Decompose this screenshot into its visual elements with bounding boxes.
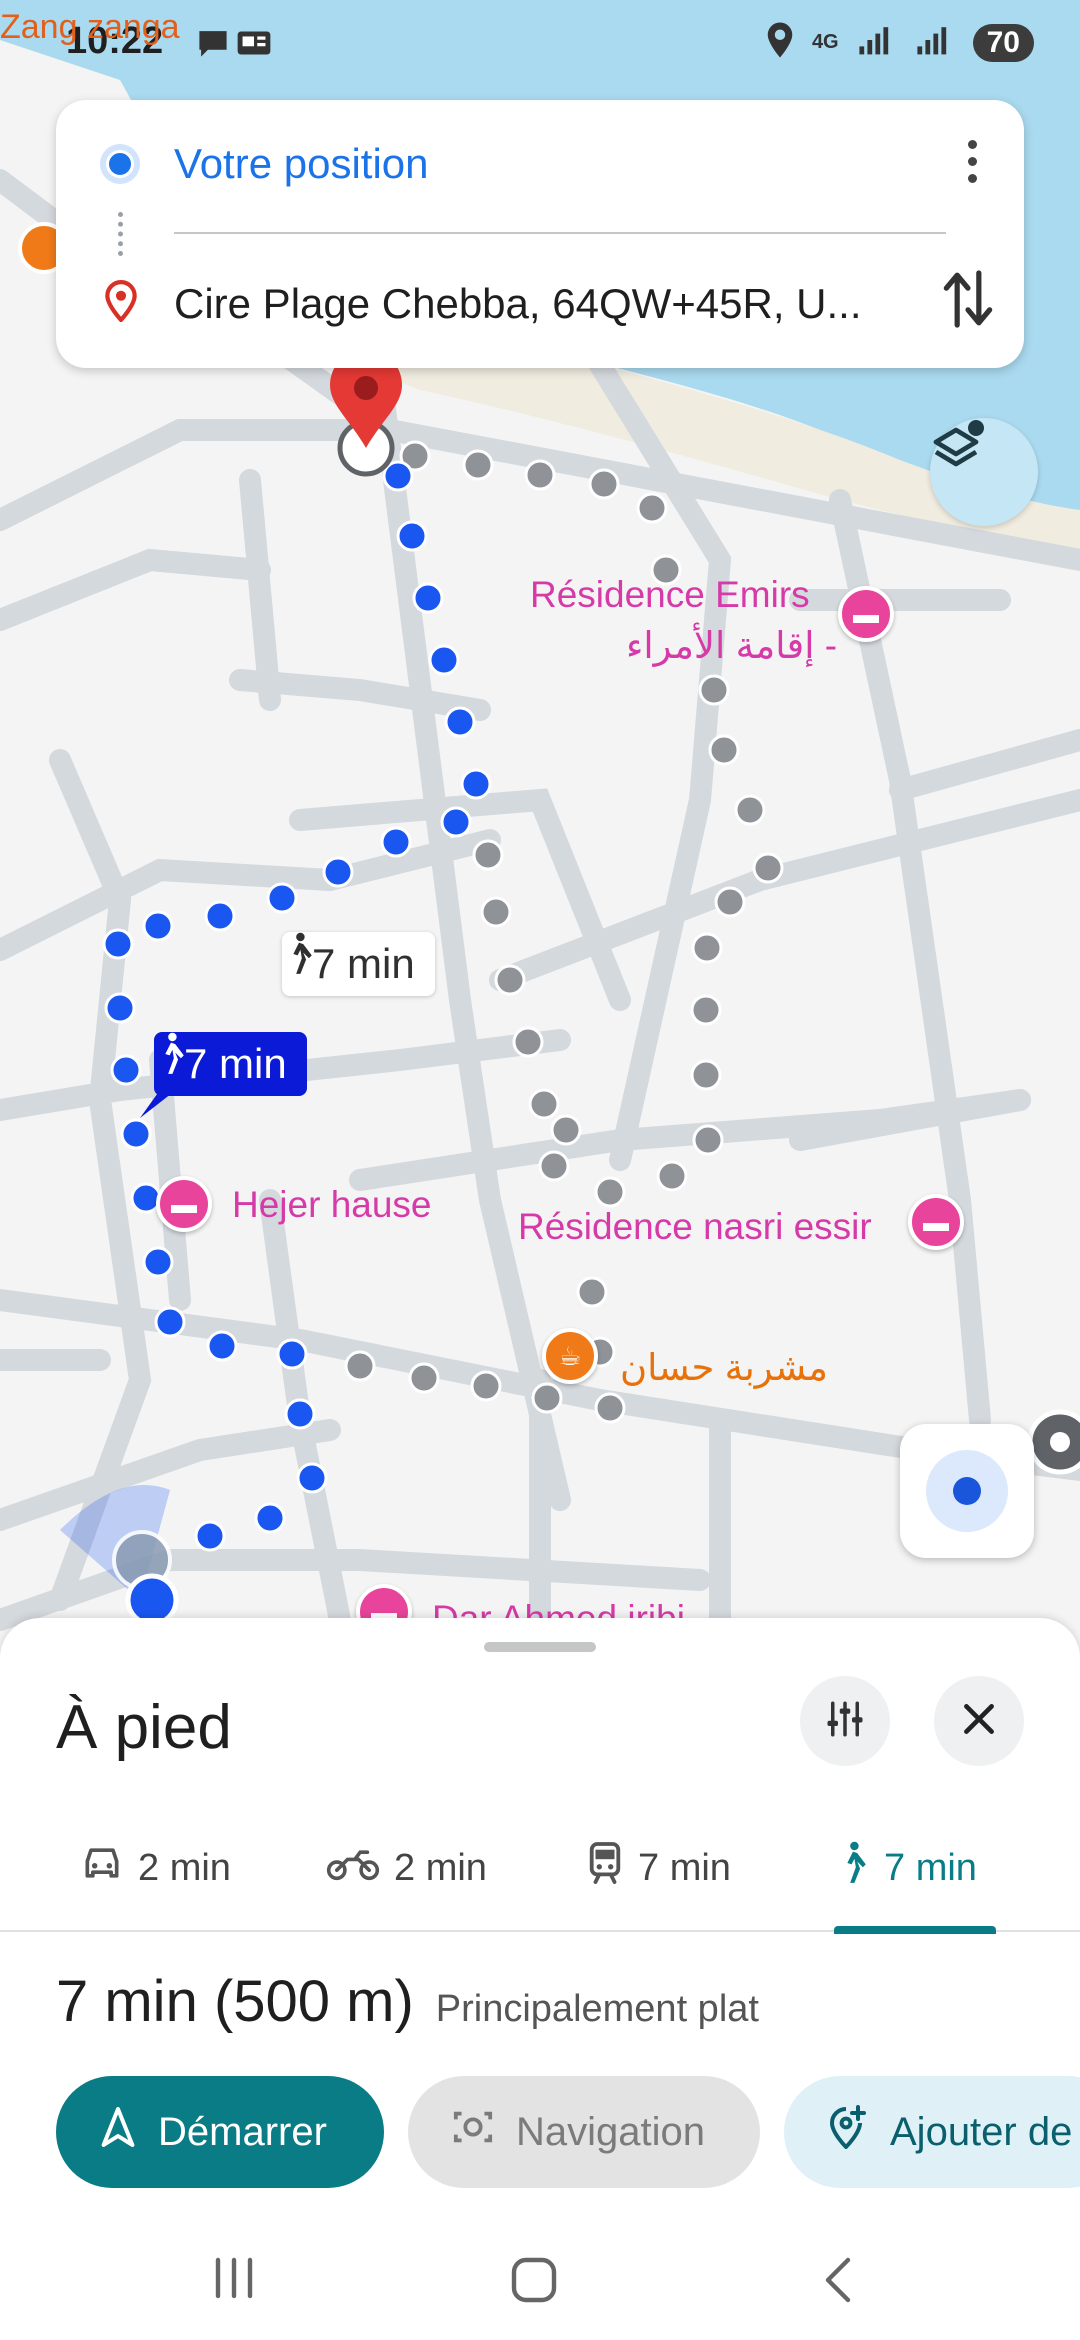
- poi-cafe-hassan[interactable]: مشربة حسان: [620, 1346, 828, 1389]
- hotel-icon[interactable]: ▬: [908, 1194, 964, 1250]
- directions-card: Votre position Cire Plage Chebba, 64QW+4…: [56, 100, 1024, 368]
- signal-icon: [915, 24, 955, 61]
- back-icon[interactable]: [818, 2256, 858, 2309]
- selected-route-duration: 7 min: [184, 1040, 287, 1087]
- alt-route-duration: 7 min: [312, 940, 415, 987]
- travel-mode-tabs: 2 min 2 min 7 min 7 min: [0, 1808, 1080, 1932]
- sheet-title: À pied: [56, 1693, 232, 1762]
- recent-apps-icon[interactable]: [210, 2256, 258, 2305]
- navigation-arrow-icon: [100, 2107, 136, 2157]
- cafe-icon[interactable]: ☕: [542, 1328, 598, 1384]
- transit-icon: [586, 1842, 624, 1894]
- swap-directions-icon[interactable]: [942, 268, 994, 335]
- status-icons: 4G 70: [766, 22, 1034, 63]
- route-summary: 7 min (500 m) Principalement plat: [56, 1968, 759, 2035]
- system-nav-bar: [0, 2216, 1080, 2340]
- active-tab-indicator: [834, 1926, 996, 1934]
- poi-hejer-hause[interactable]: Hejer hause: [232, 1184, 432, 1226]
- sliders-icon: [824, 1698, 866, 1745]
- location-icon: [766, 22, 794, 63]
- status-bar: 10:22 Zang zanga 4G 70: [0, 0, 1080, 84]
- car-icon: [80, 1844, 124, 1892]
- route-duration-distance: 7 min (500 m): [56, 1969, 414, 2034]
- add-stop-button[interactable]: Ajouter de: [784, 2076, 1080, 2188]
- poi-residence-emirs[interactable]: Résidence Emirs: [530, 574, 810, 616]
- driving-duration: 2 min: [138, 1846, 231, 1889]
- alt-route-callout[interactable]: 7 min: [282, 932, 435, 996]
- battery-level: 70: [972, 23, 1034, 62]
- field-divider: [174, 232, 946, 234]
- hotel-icon[interactable]: ▬: [838, 586, 894, 642]
- route-terrain: Principalement plat: [435, 1988, 759, 2030]
- poi-residence-nasri-essir[interactable]: Résidence nasri essir: [518, 1206, 872, 1248]
- origin-dot-icon: [100, 144, 140, 184]
- layers-button[interactable]: [930, 418, 1038, 526]
- watermark-text: Zang zanga: [0, 8, 180, 46]
- navigation-button[interactable]: Navigation: [408, 2076, 760, 2188]
- hotel-icon[interactable]: ▬: [156, 1176, 212, 1232]
- tab-driving[interactable]: 2 min: [80, 1808, 231, 1928]
- location-target-icon: [926, 1450, 1008, 1532]
- navigation-label: Navigation: [516, 2109, 706, 2154]
- news-icon: [236, 26, 272, 65]
- motorcycle-duration: 2 min: [394, 1846, 487, 1889]
- tab-walking[interactable]: 7 min: [836, 1808, 977, 1928]
- transit-duration: 7 min: [638, 1846, 731, 1889]
- route-options-button[interactable]: [800, 1676, 890, 1766]
- more-options-icon[interactable]: [962, 140, 982, 183]
- action-buttons: Démarrer Navigation Ajouter de: [56, 2076, 1080, 2188]
- sheet-drag-handle[interactable]: [484, 1642, 596, 1652]
- tab-transit[interactable]: 7 min: [586, 1808, 731, 1928]
- motorcycle-icon: [326, 1844, 380, 1892]
- camera-nav-icon: [452, 2107, 494, 2157]
- poi-residence-emirs-arabic[interactable]: إقامة الأمراء -: [626, 624, 837, 667]
- signal-icon: [857, 24, 897, 61]
- message-icon: [196, 26, 230, 65]
- start-label: Démarrer: [158, 2109, 327, 2154]
- add-location-icon: [828, 2105, 868, 2159]
- network-type: 4G: [811, 31, 839, 53]
- my-location-button[interactable]: [900, 1424, 1034, 1558]
- destination-field[interactable]: Cire Plage Chebba, 64QW+45R, U...: [174, 280, 934, 328]
- route-connector: [118, 212, 123, 256]
- destination-pin-icon: [104, 279, 138, 327]
- close-button[interactable]: [934, 1676, 1024, 1766]
- close-icon: [961, 1701, 997, 1742]
- home-icon[interactable]: [510, 2256, 558, 2309]
- walk-icon: [836, 1841, 870, 1895]
- add-stop-label: Ajouter de: [890, 2109, 1073, 2154]
- start-button[interactable]: Démarrer: [56, 2076, 384, 2188]
- tab-motorcycle[interactable]: 2 min: [326, 1808, 487, 1928]
- selected-route-callout[interactable]: 7 min: [154, 1032, 307, 1096]
- callout-tail: [140, 1090, 176, 1118]
- origin-field[interactable]: Votre position: [174, 140, 429, 188]
- walking-duration: 7 min: [884, 1846, 977, 1889]
